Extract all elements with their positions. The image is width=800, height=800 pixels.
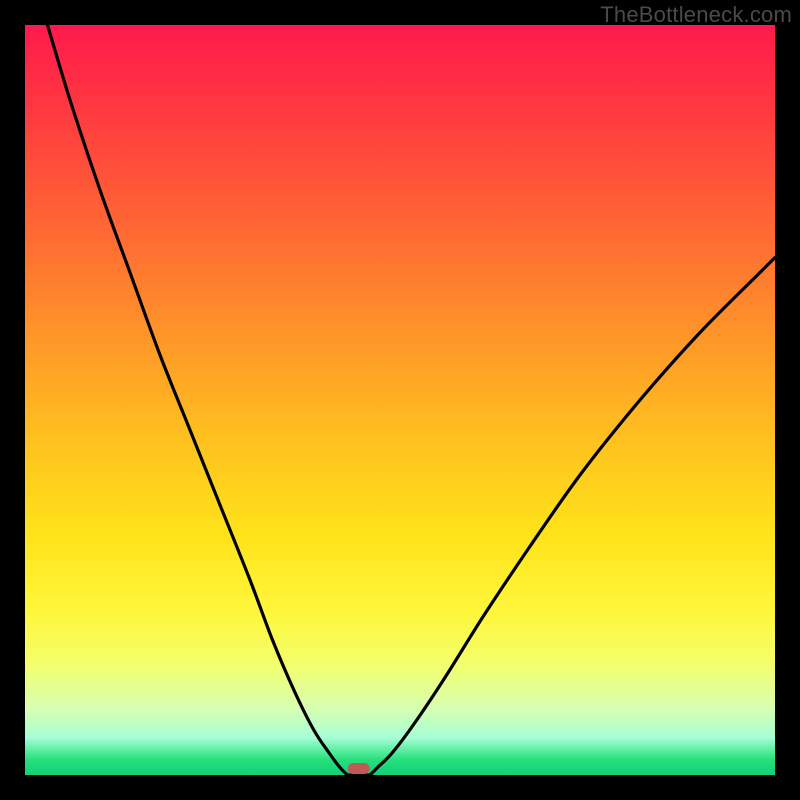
bottleneck-curve bbox=[25, 25, 775, 775]
curve-path bbox=[48, 25, 776, 775]
plot-area bbox=[25, 25, 775, 775]
optimum-marker bbox=[348, 763, 370, 774]
chart-frame: TheBottleneck.com bbox=[0, 0, 800, 800]
